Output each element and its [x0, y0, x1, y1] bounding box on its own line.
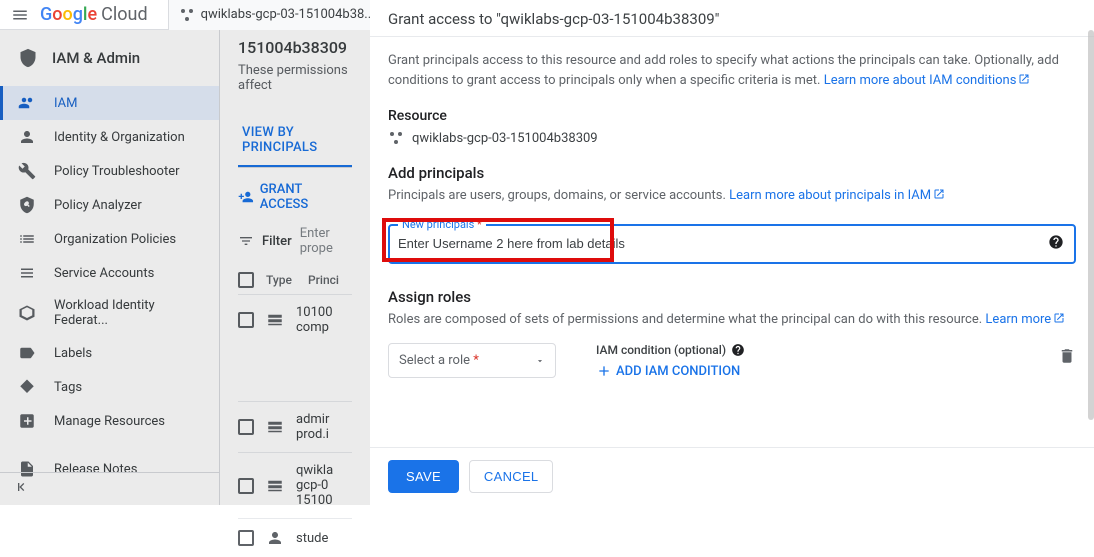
sidebar-item-analyzer[interactable]: Policy Analyzer: [0, 188, 219, 222]
delete-role-button[interactable]: [1058, 343, 1076, 369]
sidebar-item-org-policies[interactable]: Organization Policies: [0, 222, 219, 256]
table-row[interactable]: 10100 comp: [238, 294, 352, 345]
cancel-button[interactable]: CANCEL: [469, 460, 554, 493]
policy-icon: [18, 196, 36, 214]
service-account-icon: [266, 477, 284, 495]
add-person-icon: [238, 189, 254, 205]
tag-icon: [18, 378, 36, 396]
project-name: qwiklabs-gcp-03-151004b38...: [201, 7, 375, 22]
iam-condition-label: IAM condition (optional): [596, 343, 745, 357]
sidebar-item-label: Organization Policies: [54, 232, 176, 247]
google-cloud-logo[interactable]: Google Cloud: [40, 4, 168, 25]
panel-intro: Grant principals access to this resource…: [388, 51, 1076, 90]
table-row[interactable]: qwikla gcp-0 15100: [238, 452, 352, 518]
sidebar-item-label: Labels: [54, 346, 92, 361]
scrollbar[interactable]: [1088, 30, 1094, 420]
checkbox[interactable]: [238, 530, 254, 546]
external-link-icon: [1053, 312, 1065, 324]
checkbox[interactable]: [238, 419, 254, 435]
label-icon: [18, 344, 36, 362]
sidebar-item-label: Workload Identity Federat...: [54, 298, 201, 328]
learn-more-conditions-link[interactable]: Learn more about IAM conditions: [824, 73, 1031, 88]
sidebar-item-iam[interactable]: IAM: [0, 86, 219, 120]
sidebar-title: IAM & Admin: [0, 30, 219, 86]
sidebar-item-labels[interactable]: Labels: [0, 336, 219, 370]
sidebar-item-identity[interactable]: Identity & Organization: [0, 120, 219, 154]
external-link-icon: [933, 188, 945, 200]
person-icon: [18, 128, 36, 146]
add-principals-desc: Principals are users, groups, domains, o…: [388, 186, 1076, 206]
chevron-left-icon: [14, 479, 30, 495]
person-icon: [266, 529, 284, 547]
assign-roles-desc: Roles are composed of sets of permission…: [388, 310, 1076, 330]
hamburger-menu[interactable]: [0, 6, 40, 24]
help-icon[interactable]: [1048, 234, 1064, 254]
chevron-down-icon: [535, 356, 545, 366]
filter-icon: [238, 233, 254, 249]
select-role-dropdown[interactable]: Select a role *: [388, 343, 556, 378]
service-account-icon: [18, 264, 36, 282]
shield-icon: [18, 48, 38, 68]
tab-view-by-principals[interactable]: VIEW BY PRINCIPALS: [238, 115, 352, 167]
list-icon: [18, 230, 36, 248]
sidebar-collapse[interactable]: [0, 472, 219, 505]
page-subtitle: 151004b38309: [238, 38, 352, 57]
new-principals-input[interactable]: [398, 236, 1038, 251]
grant-access-panel: Grant access to "qwiklabs-gcp-03-151004b…: [370, 0, 1094, 505]
sidebar-item-label: Policy Troubleshooter: [54, 164, 180, 179]
sidebar-item-label: Manage Resources: [54, 414, 165, 429]
checkbox-all[interactable]: [238, 272, 254, 288]
add-iam-condition-button[interactable]: ADD IAM CONDITION: [596, 363, 740, 379]
save-button[interactable]: SAVE: [388, 460, 459, 493]
grant-access-button[interactable]: GRANT ACCESS: [238, 182, 352, 212]
project-selector[interactable]: qwiklabs-gcp-03-151004b38...: [168, 0, 386, 30]
learn-more-principals-link[interactable]: Learn more about principals in IAM: [729, 188, 945, 203]
checkbox[interactable]: [238, 312, 254, 328]
help-icon[interactable]: [731, 343, 745, 357]
input-legend: New principals: [402, 218, 474, 231]
filter-bar[interactable]: Filter Enter prope: [238, 226, 352, 256]
sidebar-item-label: Service Accounts: [54, 266, 154, 281]
add-principals-heading: Add principals: [388, 164, 1076, 182]
sidebar-item-manage-resources[interactable]: Manage Resources: [0, 404, 219, 438]
panel-title: Grant access to "qwiklabs-gcp-03-151004b…: [370, 0, 1094, 36]
sidebar-item-label: Identity & Organization: [54, 130, 185, 145]
sidebar-item-label: IAM: [54, 96, 77, 111]
resource-value: qwiklabs-gcp-03-151004b38309: [388, 130, 1076, 146]
checkbox[interactable]: [238, 478, 254, 494]
table-row[interactable]: stude: [238, 518, 352, 557]
sidebar-item-troubleshooter[interactable]: Policy Troubleshooter: [0, 154, 219, 188]
project-icon: [388, 130, 404, 146]
table-row[interactable]: admir prod.i: [238, 401, 352, 452]
page-desc: These permissions affect: [238, 63, 352, 93]
cloud-label: Cloud: [101, 4, 147, 25]
workload-icon: [18, 304, 36, 322]
learn-more-roles-link[interactable]: Learn more: [985, 312, 1065, 327]
new-principals-field-wrap[interactable]: New principals *: [388, 224, 1076, 264]
plus-icon: [596, 363, 612, 379]
wrench-icon: [18, 162, 36, 180]
sidebar-item-label: Tags: [54, 380, 82, 395]
trash-icon: [1058, 347, 1076, 365]
service-account-icon: [266, 311, 284, 329]
service-account-icon: [266, 418, 284, 436]
people-icon: [18, 94, 36, 112]
sidebar-item-label: Policy Analyzer: [54, 198, 142, 213]
resource-heading: Resource: [388, 108, 1076, 124]
sidebar-item-tags[interactable]: Tags: [0, 370, 219, 404]
sidebar-item-workload-identity[interactable]: Workload Identity Federat...: [0, 290, 219, 336]
sidebar-item-service-accounts[interactable]: Service Accounts: [0, 256, 219, 290]
project-icon: [179, 7, 195, 23]
table-header: Type Princi: [238, 266, 352, 294]
assign-roles-heading: Assign roles: [388, 288, 1076, 306]
resources-icon: [18, 412, 36, 430]
external-link-icon: [1018, 73, 1030, 85]
